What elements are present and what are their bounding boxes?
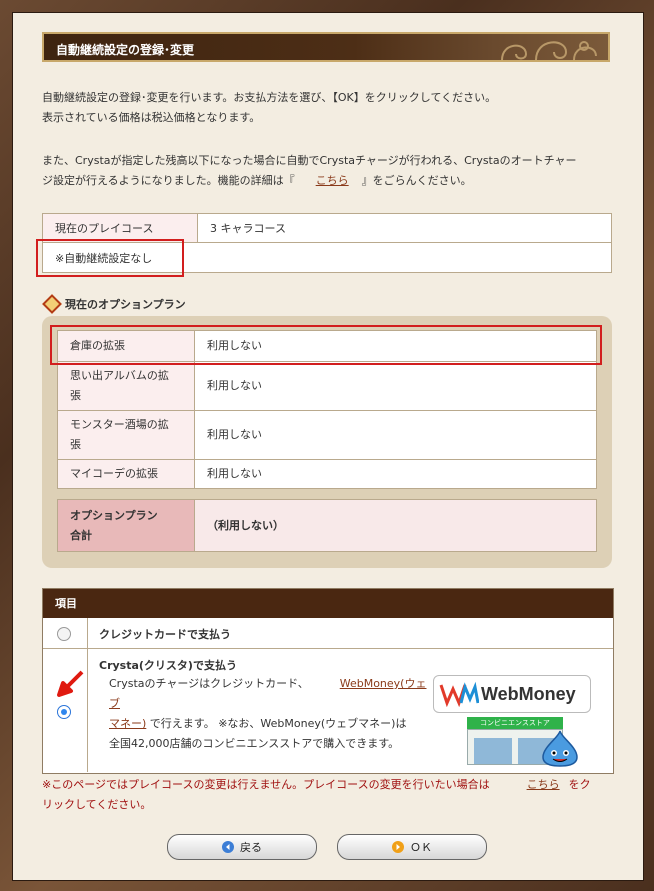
slime-icon [542,730,578,767]
play-course-value: 3 キャラコース [197,213,612,243]
warning-prefix: ※このページではプレイコースの変更は行えません。プレイコースの変更を行いたい場合… [42,778,490,791]
webmoney-banner[interactable]: WebMoney コンビニエンスストア [433,675,591,767]
webmoney-brand: WebMoney [481,684,576,704]
options-total-label: オプションプラン 合計 [57,499,195,552]
course-change-link[interactable]: こちら [527,778,560,791]
webmoney-logo-icon [439,681,479,707]
notice-line-1: また、Crystaが指定した残高以下になった場合に自動でCrystaチャージが行… [42,154,577,167]
ok-button[interactable]: ＯＫ [337,834,487,860]
notice-line-2: ジ設定が行えるようになりました。機能の詳細は『 こちら 』をごらんください。 [42,171,577,191]
option-row: マイコーデの拡張 利用しない [57,459,597,489]
back-arrow-icon [222,841,234,853]
warning-line-2: リックしてください。 [42,798,152,811]
payment-option-credit[interactable]: クレジットカードで支払う [43,618,613,649]
option-value: 利用しない [194,361,597,411]
pointer-arrow-icon [57,670,84,697]
payment-option-crysta[interactable]: Crysta(クリスタ)で支払う Crystaのチャージはクレジットカード、 W… [43,649,613,773]
notice-text: また、Crystaが指定した残高以下になった場合に自動でCrystaチャージが行… [42,151,577,191]
notice-suffix: 』をごらんください。 [361,174,472,187]
options-heading-text: 現在のオプションプラン [65,298,186,311]
option-row: モンスター酒場の拡 張 利用しない [57,410,597,460]
option-value: 利用しない [194,410,597,460]
payment-header: 項目 [43,589,613,618]
ok-arrow-icon [392,841,404,853]
store-sign: コンビニエンスストア [467,717,563,729]
notice-prefix: ジ設定が行えるようになりました。機能の詳細は『 [42,174,295,187]
highlight-storage-row [50,325,602,365]
option-label: マイコーデの拡張 [57,459,195,489]
option-label: 思い出アルバムの拡 張 [57,361,195,411]
back-button[interactable]: 戻る [167,834,317,860]
intro-line-1: 自動継続設定の登録･変更を行います。お支払方法を選び、【OK】をクリックしてくだ… [42,91,497,104]
crysta-description: Crystaのチャージはクレジットカード、 WebMoney(ウェブ マネー) … [109,677,427,750]
options-heading: 現在のオプションプラン [42,294,186,314]
intro-text: 自動継続設定の登録･変更を行います。お支払方法を選び、【OK】をクリックしてくだ… [42,88,496,128]
credit-label: クレジットカードで支払う [99,628,231,641]
page-title-bar: 自動継続設定の登録･変更 [42,32,610,62]
option-value: 利用しない [194,459,597,489]
webmoney-link-cont[interactable]: マネー) [109,717,146,730]
ornament-icon [501,41,597,61]
back-button-label: 戻る [240,841,262,854]
options-total-value: （利用しない） [194,499,597,552]
options-total-table: オプションプラン 合計 （利用しない） [57,499,597,552]
crysta-label: Crysta(クリスタ)で支払う [99,659,237,672]
credit-radio[interactable] [57,627,71,641]
warning-suffix: をク [568,778,591,791]
ok-button-label: ＯＫ [410,841,432,854]
warning-text: ※このページではプレイコースの変更は行えません。プレイコースの変更を行いたい場合… [42,775,612,815]
diamond-icon [42,294,62,314]
intro-line-2: 表示されている価格は税込価格となります。 [42,111,261,124]
option-row: 思い出アルバムの拡 張 利用しない [57,361,597,411]
payment-section: 項目 クレジットカードで支払う Crysta(クリスタ)で支払う Crystaの… [42,588,614,774]
highlight-auto-renew [36,239,184,277]
page-title: 自動継続設定の登録･変更 [56,43,195,57]
notice-link[interactable]: こちら [316,174,349,187]
crysta-radio[interactable] [57,705,71,719]
option-label: モンスター酒場の拡 張 [57,410,195,460]
